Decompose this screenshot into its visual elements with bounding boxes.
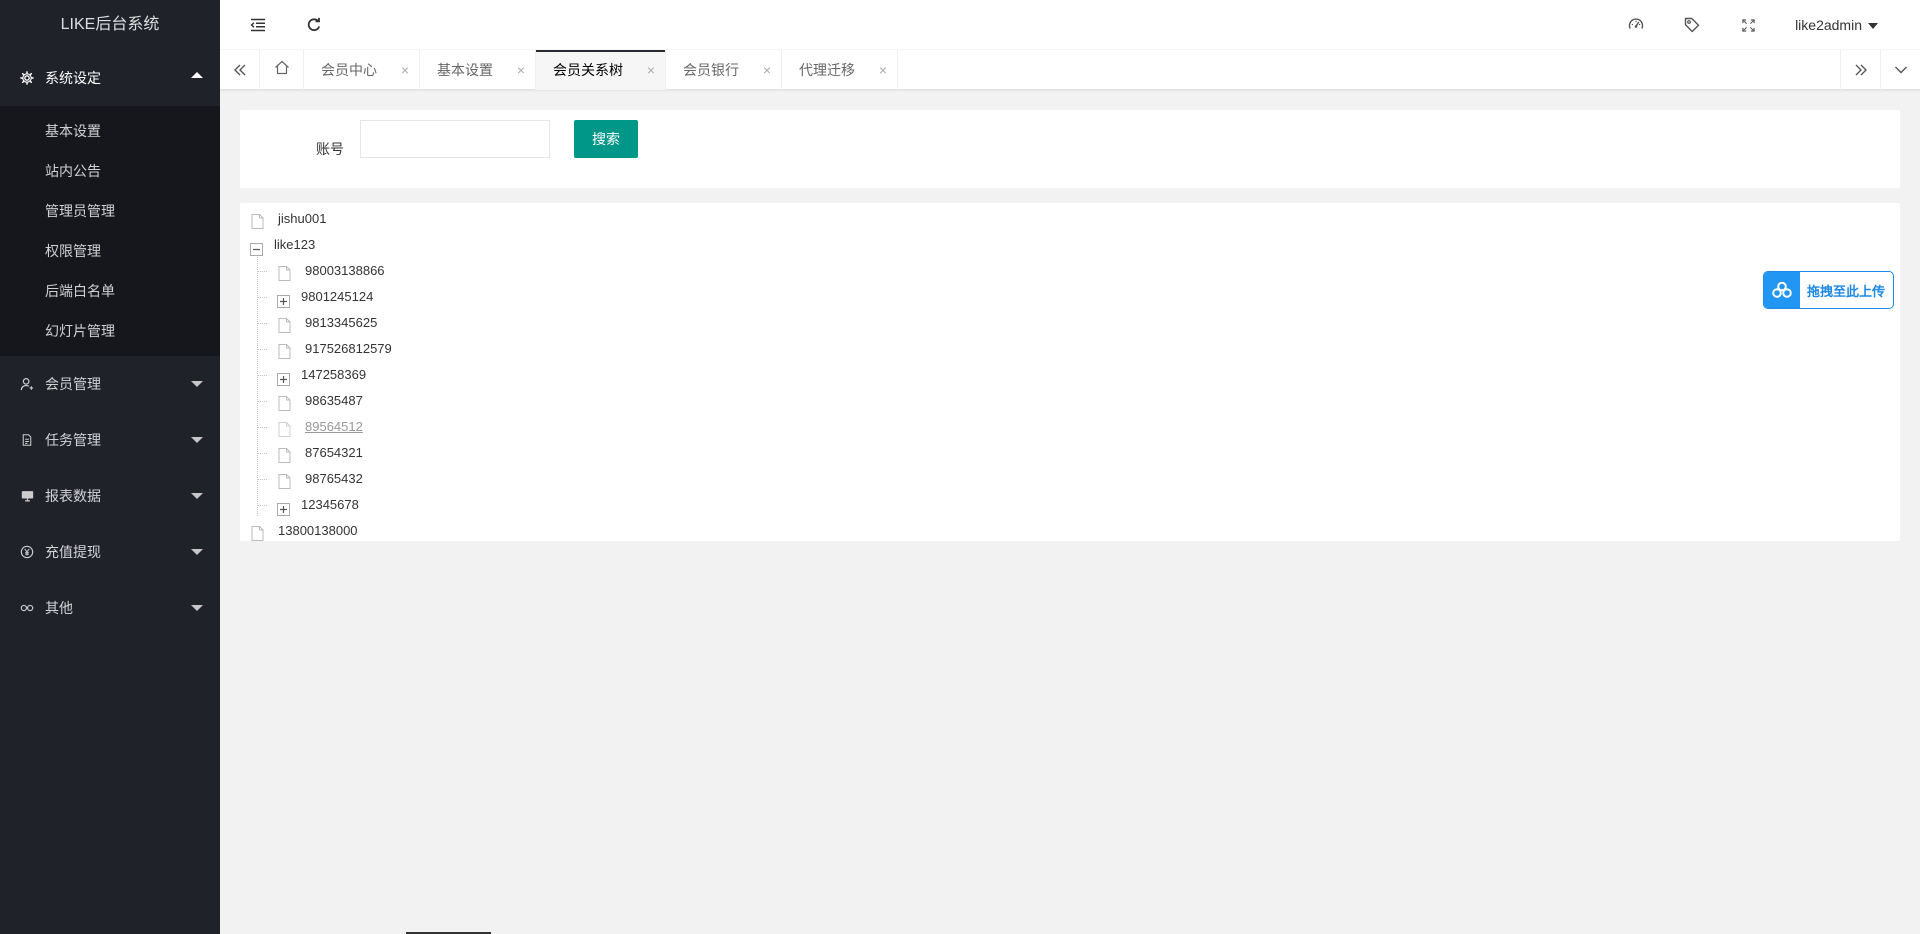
tab-label: 会员银行 <box>683 62 739 78</box>
sidebar-group-label: 系统设定 <box>45 70 101 86</box>
tree-node-label[interactable]: 98003138866 <box>305 258 385 284</box>
cloud-icon <box>1764 272 1800 308</box>
tree-node-label[interactable]: 9801245124 <box>301 284 373 310</box>
sidebar-group-system-settings[interactable]: 系统设定 <box>0 50 220 106</box>
sidebar-group-member-management[interactable]: 会员管理 <box>0 356 220 412</box>
sidebar-group-other[interactable]: 其他 <box>0 580 220 636</box>
tree-node[interactable]: 87654321 <box>240 440 580 466</box>
sidebar-group-label: 其他 <box>45 600 73 616</box>
file-icon <box>251 524 264 550</box>
tree-node[interactable]: 917526812579 <box>240 336 580 362</box>
chart-icon <box>19 468 35 524</box>
sidebar: LIKE后台系统 系统设定 基本设置 站内公告 管理员管理 权限管理 后端白名单… <box>0 0 220 934</box>
tab-home[interactable] <box>260 50 304 90</box>
tree-node-label[interactable]: 147258369 <box>301 362 366 388</box>
sidebar-group-label: 任务管理 <box>45 432 101 448</box>
sidebar-item-backend-whitelist[interactable]: 后端白名单 <box>0 271 220 311</box>
chevron-down-icon <box>191 493 203 499</box>
chevron-down-icon <box>191 605 203 611</box>
sidebar-item-basic-settings[interactable]: 基本设置 <box>0 111 220 151</box>
document-icon <box>19 412 35 468</box>
link-icon <box>19 580 35 636</box>
tree-node[interactable]: jishu001 <box>240 206 540 232</box>
sidebar-group-label: 报表数据 <box>45 488 101 504</box>
tab-label: 代理迁移 <box>799 62 855 78</box>
tree-node[interactable]: 98765432 <box>240 466 580 492</box>
tree-node-label[interactable]: 87654321 <box>305 440 363 466</box>
tabs-bar: 会员中心 × 基本设置 × 会员关系树 × 会员银行 × 代理迁移 × <box>220 50 1920 90</box>
sidebar-group-label: 充值提现 <box>45 544 101 560</box>
search-button[interactable]: 搜索 <box>574 120 638 158</box>
username: like2admin <box>1795 17 1862 33</box>
drag-upload-widget[interactable]: 拖拽至此上传 <box>1763 271 1894 309</box>
tab-label: 基本设置 <box>437 62 493 78</box>
chevron-up-icon <box>191 72 203 78</box>
tree-node-label[interactable]: jishu001 <box>278 206 326 232</box>
close-icon[interactable]: × <box>763 50 771 90</box>
tree-node-label[interactable]: 917526812579 <box>305 336 392 362</box>
chevron-down-icon <box>191 549 203 555</box>
tree-node-label[interactable]: like123 <box>274 232 315 258</box>
upload-widget-label: 拖拽至此上传 <box>1807 283 1886 299</box>
fullscreen-icon[interactable] <box>1733 0 1763 50</box>
tree-node[interactable]: 9801245124 <box>240 284 580 310</box>
chevron-down-icon <box>191 381 203 387</box>
close-icon[interactable]: × <box>647 50 655 90</box>
tabs-scroll-left-icon[interactable] <box>220 50 260 90</box>
user-icon <box>19 356 35 412</box>
tree-node[interactable]: 147258369 <box>240 362 580 388</box>
sidebar-group-recharge-withdraw[interactable]: 充值提现 <box>0 524 220 580</box>
tree-node-label[interactable]: 9813345625 <box>305 310 377 336</box>
tab-agent-migration[interactable]: 代理迁移 × <box>782 50 898 90</box>
tag-icon[interactable] <box>1677 0 1707 50</box>
home-icon <box>274 50 290 90</box>
sidebar-item-admin-management[interactable]: 管理员管理 <box>0 191 220 231</box>
top-header: like2admin <box>220 0 1920 50</box>
chevron-down-icon <box>191 437 203 443</box>
close-icon[interactable]: × <box>879 50 887 90</box>
close-icon[interactable]: × <box>401 50 409 90</box>
tree-node-label[interactable]: 98635487 <box>305 388 363 414</box>
tab-basic-settings[interactable]: 基本设置 × <box>420 50 536 90</box>
tab-member-bank[interactable]: 会员银行 × <box>666 50 782 90</box>
gear-icon <box>19 50 35 106</box>
tabs-scroll-right-icon[interactable] <box>1840 50 1880 90</box>
account-label: 账号 <box>316 141 344 157</box>
tree-node[interactable]: 89564512 <box>240 414 580 440</box>
tree-node[interactable]: 98635487 <box>240 388 580 414</box>
tree-node[interactable]: 13800138000 <box>240 518 540 544</box>
tab-member-tree[interactable]: 会员关系树 × <box>536 50 666 90</box>
tree-node-label[interactable]: 13800138000 <box>278 518 358 544</box>
shrink-menu-icon[interactable] <box>243 0 273 50</box>
tree-node-label[interactable]: 98765432 <box>305 466 363 492</box>
tree-node[interactable]: 12345678 <box>240 492 580 518</box>
search-form: 账号 搜索 <box>240 110 1900 188</box>
tab-label: 会员中心 <box>321 62 377 78</box>
member-relation-tree: jishu001 like123 98003138866 9801245124 … <box>240 203 1900 541</box>
theme-icon[interactable] <box>1621 0 1651 50</box>
tree-node[interactable]: 9813345625 <box>240 310 580 336</box>
sidebar-item-announcements[interactable]: 站内公告 <box>0 151 220 191</box>
user-menu[interactable]: like2admin <box>1795 0 1878 50</box>
sidebar-group-report-data[interactable]: 报表数据 <box>0 468 220 524</box>
close-icon[interactable]: × <box>517 50 525 90</box>
yen-icon <box>19 524 35 580</box>
account-search-input[interactable] <box>360 120 550 158</box>
tree-node-label[interactable]: 89564512 <box>305 414 363 440</box>
tree-node[interactable]: 98003138866 <box>240 258 580 284</box>
tabs-list: 会员中心 × 基本设置 × 会员关系树 × 会员银行 × 代理迁移 × <box>260 50 898 90</box>
tabs-menu-chevron-down-icon[interactable] <box>1880 50 1920 90</box>
sidebar-item-slideshow[interactable]: 幻灯片管理 <box>0 311 220 351</box>
app-logo-title[interactable]: LIKE后台系统 <box>0 0 220 50</box>
refresh-icon[interactable] <box>299 0 329 50</box>
sidebar-item-permissions[interactable]: 权限管理 <box>0 231 220 271</box>
tree-node[interactable]: like123 <box>240 232 540 258</box>
sidebar-submenu-system-settings: 基本设置 站内公告 管理员管理 权限管理 后端白名单 幻灯片管理 <box>0 106 220 356</box>
tree-node-label[interactable]: 12345678 <box>301 492 359 518</box>
caret-down-icon <box>1868 23 1878 30</box>
tab-member-center[interactable]: 会员中心 × <box>304 50 420 90</box>
sidebar-group-task-management[interactable]: 任务管理 <box>0 412 220 468</box>
sidebar-group-label: 会员管理 <box>45 376 101 392</box>
tab-label: 会员关系树 <box>553 62 623 78</box>
